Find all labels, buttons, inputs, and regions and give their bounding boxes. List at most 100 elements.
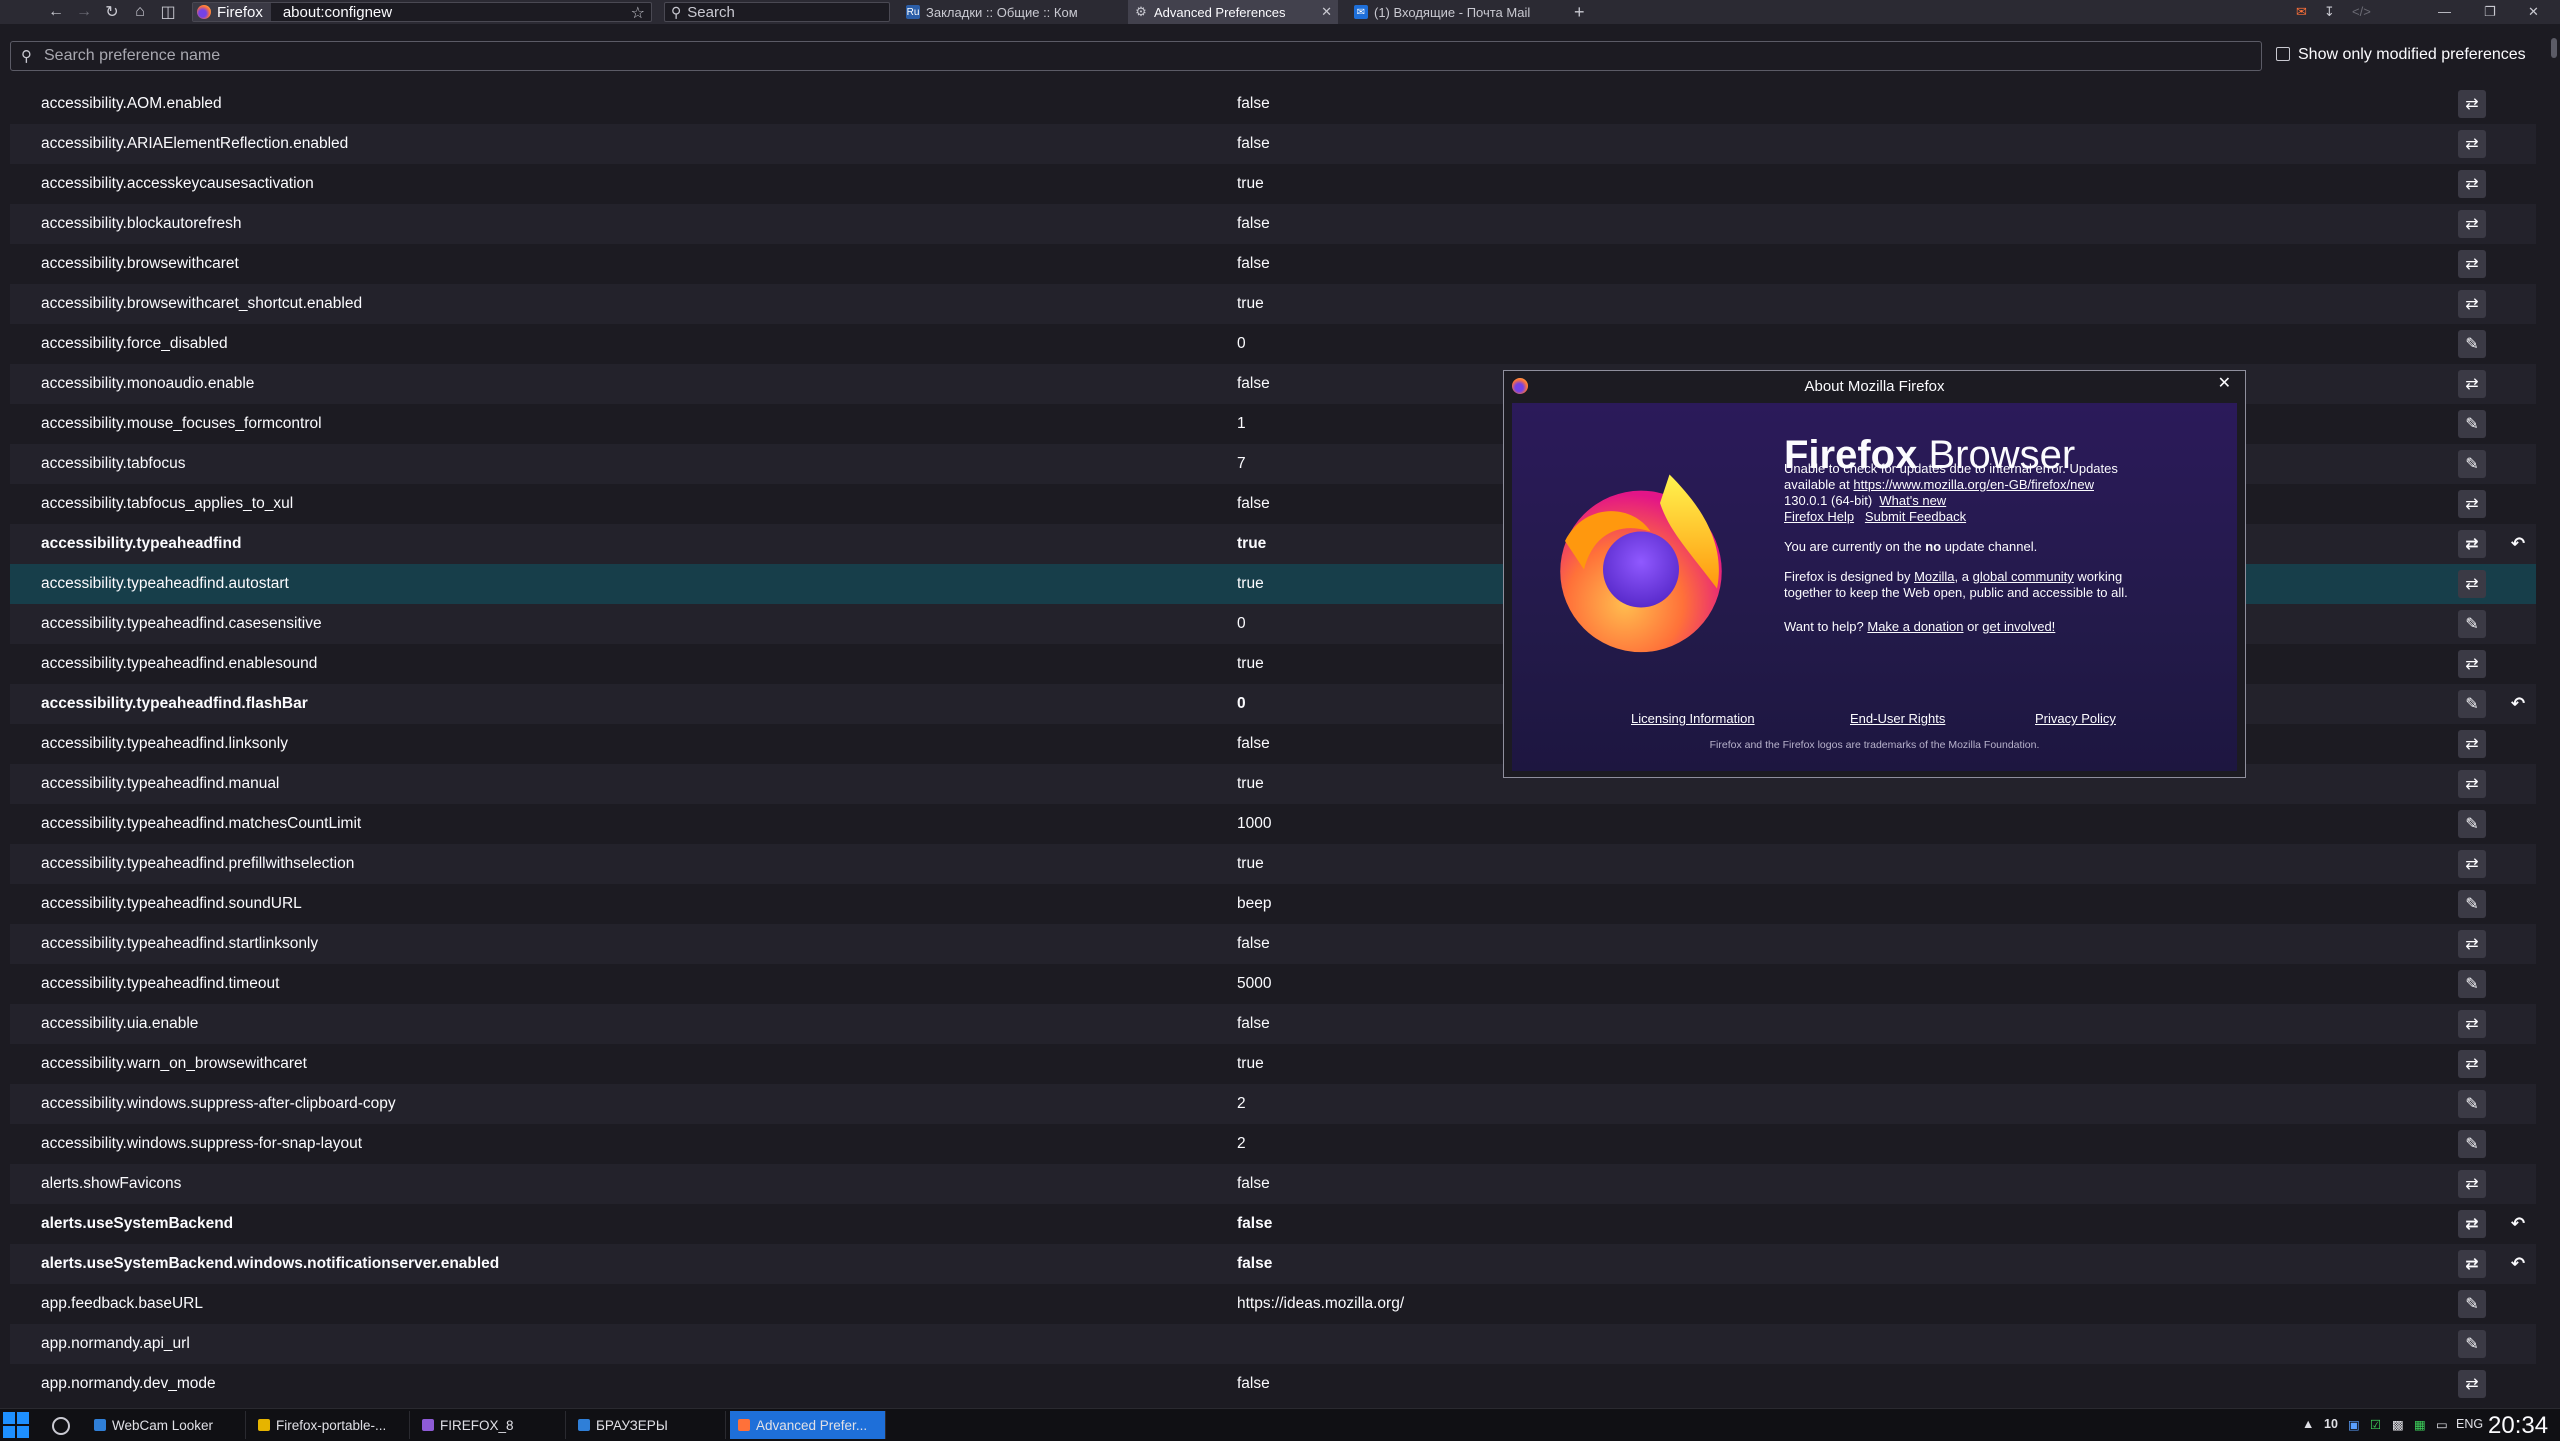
new-tab-icon[interactable]: + [1574, 0, 1585, 24]
toggle-icon[interactable]: ⇄ [2458, 210, 2486, 238]
edit-pencil-icon[interactable]: ✎ [2458, 1090, 2486, 1118]
preference-search-input[interactable] [42, 46, 2146, 66]
pref-row[interactable]: accessibility.uia.enable false ⇄ [10, 1004, 2536, 1044]
toggle-icon[interactable]: ⇄ [2458, 130, 2486, 158]
toggle-icon[interactable]: ⇄ [2458, 1050, 2486, 1078]
pref-row[interactable]: accessibility.AOM.enabled false ⇄ [10, 84, 2536, 124]
tab-advanced-preferences[interactable]: ⚙ Advanced Preferences ✕ [1128, 0, 1338, 24]
pref-row[interactable]: app.normandy.api_url ✎ [10, 1324, 2536, 1364]
network-icon[interactable]: ▩ [2392, 1417, 2404, 1432]
reset-icon[interactable]: ↶ [2504, 1210, 2532, 1238]
home-icon[interactable]: ⌂ [126, 0, 154, 24]
toggle-icon[interactable]: ⇄ [2458, 250, 2486, 278]
edit-pencil-icon[interactable]: ✎ [2458, 890, 2486, 918]
tab-bookmarks[interactable]: Ru Закладки :: Общие :: Ком [900, 0, 1128, 24]
pref-row[interactable]: accessibility.browsewithcaret false ⇄ [10, 244, 2536, 284]
reset-icon[interactable]: ↶ [2504, 530, 2532, 558]
tray-chevron-icon[interactable]: ▲ [2302, 1417, 2314, 1431]
toggle-icon[interactable]: ⇄ [2458, 530, 2486, 558]
pref-row[interactable]: app.feedback.baseURL https://ideas.mozill… [10, 1284, 2536, 1324]
task-advanced-preferences[interactable]: Advanced Prefer... [730, 1411, 886, 1439]
toggle-icon[interactable]: ⇄ [2458, 570, 2486, 598]
toggle-icon[interactable]: ⇄ [2458, 490, 2486, 518]
privacy-link[interactable]: Privacy Policy [2035, 711, 2116, 726]
close-icon[interactable]: ✕ [2218, 373, 2231, 393]
eula-link[interactable]: End-User Rights [1850, 711, 1945, 726]
toggle-icon[interactable]: ⇄ [2458, 290, 2486, 318]
pref-row[interactable]: alerts.useSystemBackend.windows.notifica… [10, 1244, 2536, 1284]
show-modified-checkbox[interactable] [2276, 47, 2290, 61]
bookmark-star-icon[interactable]: ☆ [631, 3, 645, 23]
address-bar[interactable]: Firefox about:confignew ☆ [192, 2, 652, 22]
url-text[interactable]: about:confignew [271, 4, 392, 21]
edit-pencil-icon[interactable]: ✎ [2458, 1130, 2486, 1158]
minimize-icon[interactable]: — [2438, 0, 2451, 24]
edit-pencil-icon[interactable]: ✎ [2458, 330, 2486, 358]
pref-row[interactable]: accessibility.typeaheadfind.prefillwiths… [10, 844, 2536, 884]
scrollbar[interactable] [2548, 34, 2560, 1404]
start-icon[interactable] [2, 1411, 30, 1439]
get-involved-link[interactable]: get involved! [1982, 619, 2055, 634]
reset-icon[interactable]: ↶ [2504, 690, 2532, 718]
toggle-icon[interactable]: ⇄ [2458, 370, 2486, 398]
community-link[interactable]: global community [1973, 569, 2074, 584]
toggle-icon[interactable]: ⇄ [2458, 1210, 2486, 1238]
toggle-icon[interactable]: ⇄ [2458, 650, 2486, 678]
forward-icon[interactable]: → [70, 0, 98, 24]
tray-shield-icon[interactable]: ☑ [2370, 1417, 2381, 1432]
pref-row[interactable]: accessibility.windows.suppress-after-cli… [10, 1084, 2536, 1124]
pocket-icon[interactable]: ◫ [154, 0, 182, 24]
toggle-icon[interactable]: ⇄ [2458, 730, 2486, 758]
mozilla-link[interactable]: Mozilla [1914, 569, 1954, 584]
clock[interactable]: 20:34 [2488, 1412, 2548, 1440]
firefox-help-link[interactable]: Firefox Help [1784, 509, 1854, 524]
pref-row[interactable]: accessibility.blockautorefresh false ⇄ [10, 204, 2536, 244]
back-icon[interactable]: ← [42, 0, 70, 24]
edit-pencil-icon[interactable]: ✎ [2458, 970, 2486, 998]
pref-row[interactable]: accessibility.typeaheadfind.startlinkson… [10, 924, 2536, 964]
pref-row[interactable]: accessibility.typeaheadfind.soundURL beep… [10, 884, 2536, 924]
close-window-icon[interactable]: ✕ [2528, 0, 2539, 24]
edit-pencil-icon[interactable]: ✎ [2458, 690, 2486, 718]
pref-row[interactable]: app.normandy.dev_mode false ⇄ [10, 1364, 2536, 1404]
edit-pencil-icon[interactable]: ✎ [2458, 1290, 2486, 1318]
task-webcam-looker[interactable]: WebCam Looker [86, 1411, 246, 1439]
toggle-icon[interactable]: ⇄ [2458, 1170, 2486, 1198]
pref-row[interactable]: accessibility.browsewithcaret_shortcut.e… [10, 284, 2536, 324]
licensing-link[interactable]: Licensing Information [1631, 711, 1755, 726]
donation-link[interactable]: Make a donation [1867, 619, 1963, 634]
toggle-icon[interactable]: ⇄ [2458, 1370, 2486, 1398]
language-indicator[interactable]: ENG [2456, 1417, 2483, 1431]
tray-battery-icon[interactable]: ▭ [2436, 1417, 2448, 1432]
pref-row[interactable]: accessibility.force_disabled 0 ✎ [10, 324, 2536, 364]
pref-row[interactable]: accessibility.warn_on_browsewithcaret tru… [10, 1044, 2536, 1084]
tab-mail[interactable]: ✉ (1) Входящие - Почта Mail [1348, 0, 1570, 24]
tray-display-icon[interactable]: ▣ [2348, 1417, 2360, 1432]
toggle-icon[interactable]: ⇄ [2458, 850, 2486, 878]
submit-feedback-link[interactable]: Submit Feedback [1865, 509, 1966, 524]
edit-pencil-icon[interactable]: ✎ [2458, 610, 2486, 638]
pref-row[interactable]: accessibility.windows.suppress-for-snap-… [10, 1124, 2536, 1164]
edit-pencil-icon[interactable]: ✎ [2458, 810, 2486, 838]
web-search-box[interactable]: ⚲ Search [664, 2, 890, 22]
pref-row[interactable]: accessibility.typeaheadfind.matchesCount… [10, 804, 2536, 844]
preference-search-field[interactable]: ⚲ [10, 41, 2262, 71]
toggle-icon[interactable]: ⇄ [2458, 770, 2486, 798]
task-browsers[interactable]: БРАУЗЕРЫ [570, 1411, 726, 1439]
identity-box[interactable]: Firefox [193, 3, 271, 21]
task-firefox-portable[interactable]: Firefox-portable-... [250, 1411, 410, 1439]
pref-row[interactable]: accessibility.accesskeycausesactivation t… [10, 164, 2536, 204]
scrollbar-thumb[interactable] [2551, 38, 2557, 58]
close-tab-icon[interactable]: ✕ [1321, 4, 1332, 20]
pref-row[interactable]: accessibility.typeaheadfind.timeout 5000 ✎ [10, 964, 2536, 1004]
pref-row[interactable]: alerts.useSystemBackend false ⇄ ↶ [10, 1204, 2536, 1244]
reset-icon[interactable]: ↶ [2504, 1250, 2532, 1278]
extension-icon[interactable]: ✉ [2296, 0, 2307, 24]
taskbar-search-icon[interactable] [52, 1417, 70, 1435]
pref-row[interactable]: accessibility.ARIAElementReflection.enab… [10, 124, 2536, 164]
toggle-icon[interactable]: ⇄ [2458, 1010, 2486, 1038]
tray-app-icon[interactable]: ▦ [2414, 1417, 2426, 1432]
toggle-icon[interactable]: ⇄ [2458, 1250, 2486, 1278]
whats-new-link[interactable]: What's new [1879, 493, 1946, 508]
edit-pencil-icon[interactable]: ✎ [2458, 1330, 2486, 1358]
